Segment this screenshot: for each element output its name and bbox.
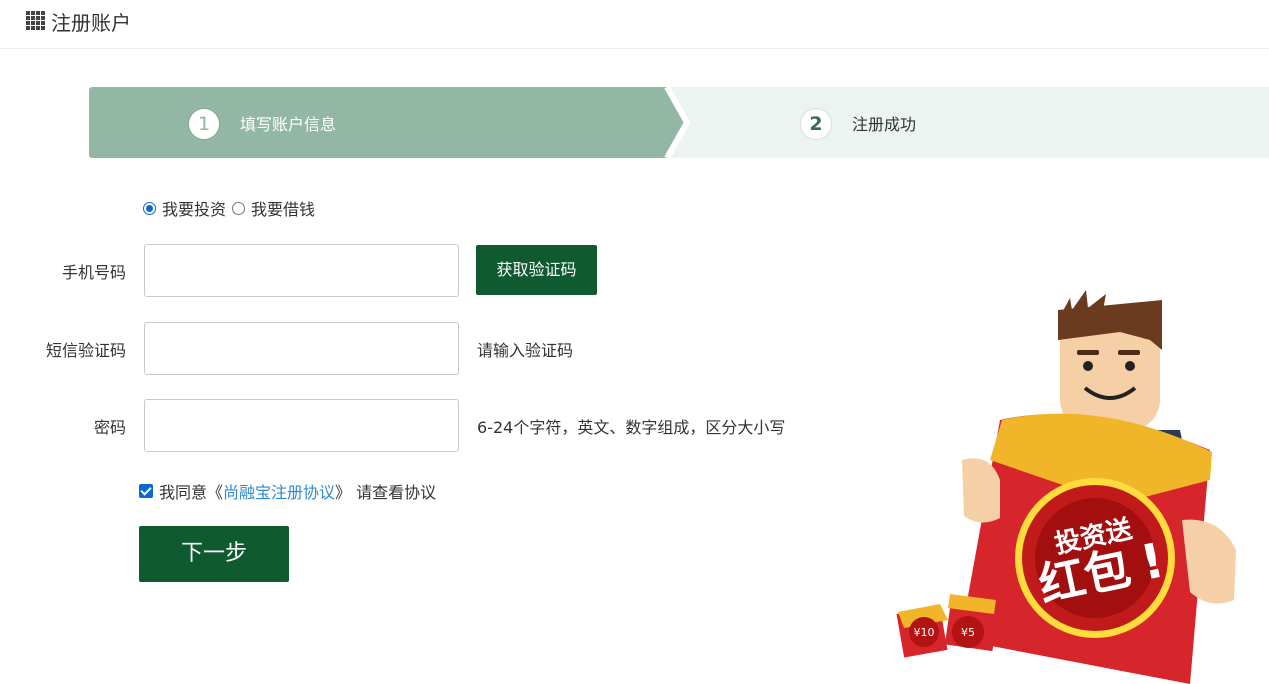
borrow-radio[interactable] (232, 201, 246, 215)
next-step-button[interactable]: 下一步 (139, 526, 289, 582)
registration-steps: 1 填写账户信息 2 注册成功 (89, 87, 1269, 158)
get-code-button[interactable]: 获取验证码 (476, 245, 597, 295)
grid-icon (26, 11, 45, 30)
agreement-suffix: 请查看协议 (351, 483, 437, 502)
sms-code-hint: 请输入验证码 (477, 341, 574, 360)
agreement-prefix: 我同意 (159, 483, 208, 502)
page-title: 注册账户 (51, 11, 131, 35)
promo-coupon-1: ¥10 (914, 626, 935, 639)
sms-code-label: 短信验证码 (45, 341, 126, 360)
page-header: 注册账户 (0, 0, 1269, 49)
step-2-background (664, 87, 1269, 158)
agreement-link[interactable]: 尚融宝注册协议 (223, 479, 335, 503)
promo-coupon-2: ¥5 (961, 626, 975, 639)
role-selector: 我要投资 我要借钱 (143, 196, 321, 220)
password-hint: 6-24个字符，英文、数字组成，区分大小写 (477, 418, 786, 437)
agreement-open-quote: 《 (207, 483, 224, 502)
step-1-label: 填写账户信息 (240, 115, 337, 134)
borrow-radio-label[interactable]: 我要借钱 (251, 196, 315, 220)
password-label: 密码 (93, 418, 126, 437)
invest-radio-label[interactable]: 我要投资 (162, 196, 226, 220)
step-2-number: 2 (801, 109, 831, 139)
invest-radio[interactable] (143, 201, 156, 215)
agreement-row: 我同意 《 尚融宝注册协议 》 请查看协议 (139, 479, 436, 503)
step-1-number: 1 (189, 109, 219, 139)
phone-input[interactable] (144, 244, 459, 297)
step-1-background (89, 87, 674, 158)
step-2-label: 注册成功 (852, 115, 917, 134)
promo-red-envelope-illustration: 投资送 红包 ! ¥10 ¥5 (896, 290, 1236, 684)
phone-label: 手机号码 (61, 263, 126, 282)
step-arrow-separator (647, 87, 691, 158)
agreement-close-quote: 》 (335, 483, 352, 502)
sms-code-input[interactable] (144, 322, 459, 375)
password-input[interactable] (144, 399, 459, 452)
agreement-checkbox[interactable] (139, 484, 153, 498)
